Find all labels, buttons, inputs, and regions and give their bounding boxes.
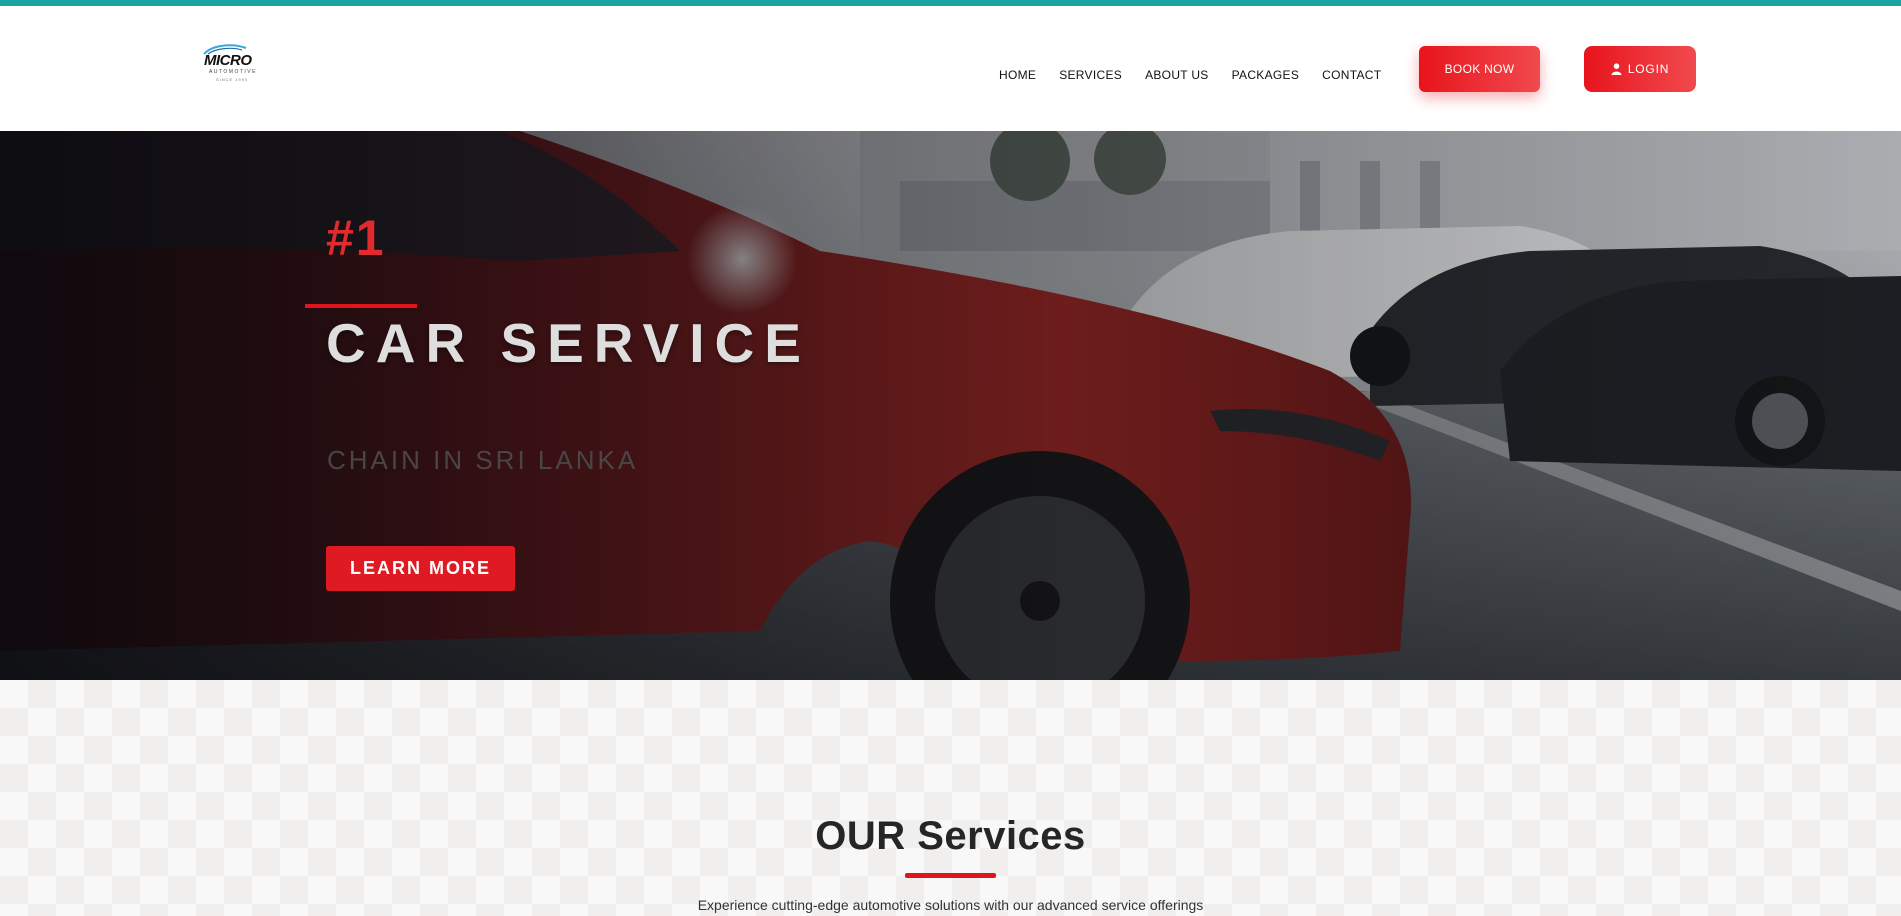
site-header: MICRO AUTOMOTIVE SINCE 1990 HOME SERVICE… xyxy=(0,6,1901,131)
services-heading-underline xyxy=(905,873,996,878)
nav-about-us[interactable]: ABOUT US xyxy=(1145,63,1209,87)
nav-packages[interactable]: PACKAGES xyxy=(1232,63,1300,87)
logo-brand: MICRO xyxy=(204,52,252,69)
hero-background-image xyxy=(0,131,1901,680)
services-heading: OUR Services xyxy=(815,814,1086,858)
nav-home[interactable]: HOME xyxy=(999,63,1036,87)
logo-subtitle: AUTOMOTIVE xyxy=(209,69,257,75)
hero-banner: #1 CAR SERVICE CHAIN IN SRI LANKA LEARN … xyxy=(0,131,1901,680)
hero-number: #1 xyxy=(326,210,386,266)
user-icon xyxy=(1611,63,1622,75)
nav-contact[interactable]: CONTACT xyxy=(1322,63,1381,87)
services-description: Experience cutting-edge automotive solut… xyxy=(697,897,1204,913)
hero-subtitle: CHAIN IN SRI LANKA xyxy=(327,445,639,475)
services-section: OUR Services Experience cutting-edge aut… xyxy=(0,680,1901,916)
login-button[interactable]: LOGIN xyxy=(1584,46,1696,92)
main-nav: HOME SERVICES ABOUT US PACKAGES CONTACT xyxy=(999,63,1404,87)
logo-tagline: SINCE 1990 xyxy=(216,77,249,82)
learn-more-button[interactable]: LEARN MORE xyxy=(326,546,515,591)
login-label: LOGIN xyxy=(1627,62,1670,76)
site-logo[interactable]: MICRO AUTOMOTIVE SINCE 1990 xyxy=(194,36,260,88)
nav-services[interactable]: SERVICES xyxy=(1059,63,1122,87)
hero-title: CAR SERVICE xyxy=(326,312,811,374)
hero-divider xyxy=(305,304,417,308)
book-now-button[interactable]: BOOK NOW xyxy=(1419,46,1540,92)
